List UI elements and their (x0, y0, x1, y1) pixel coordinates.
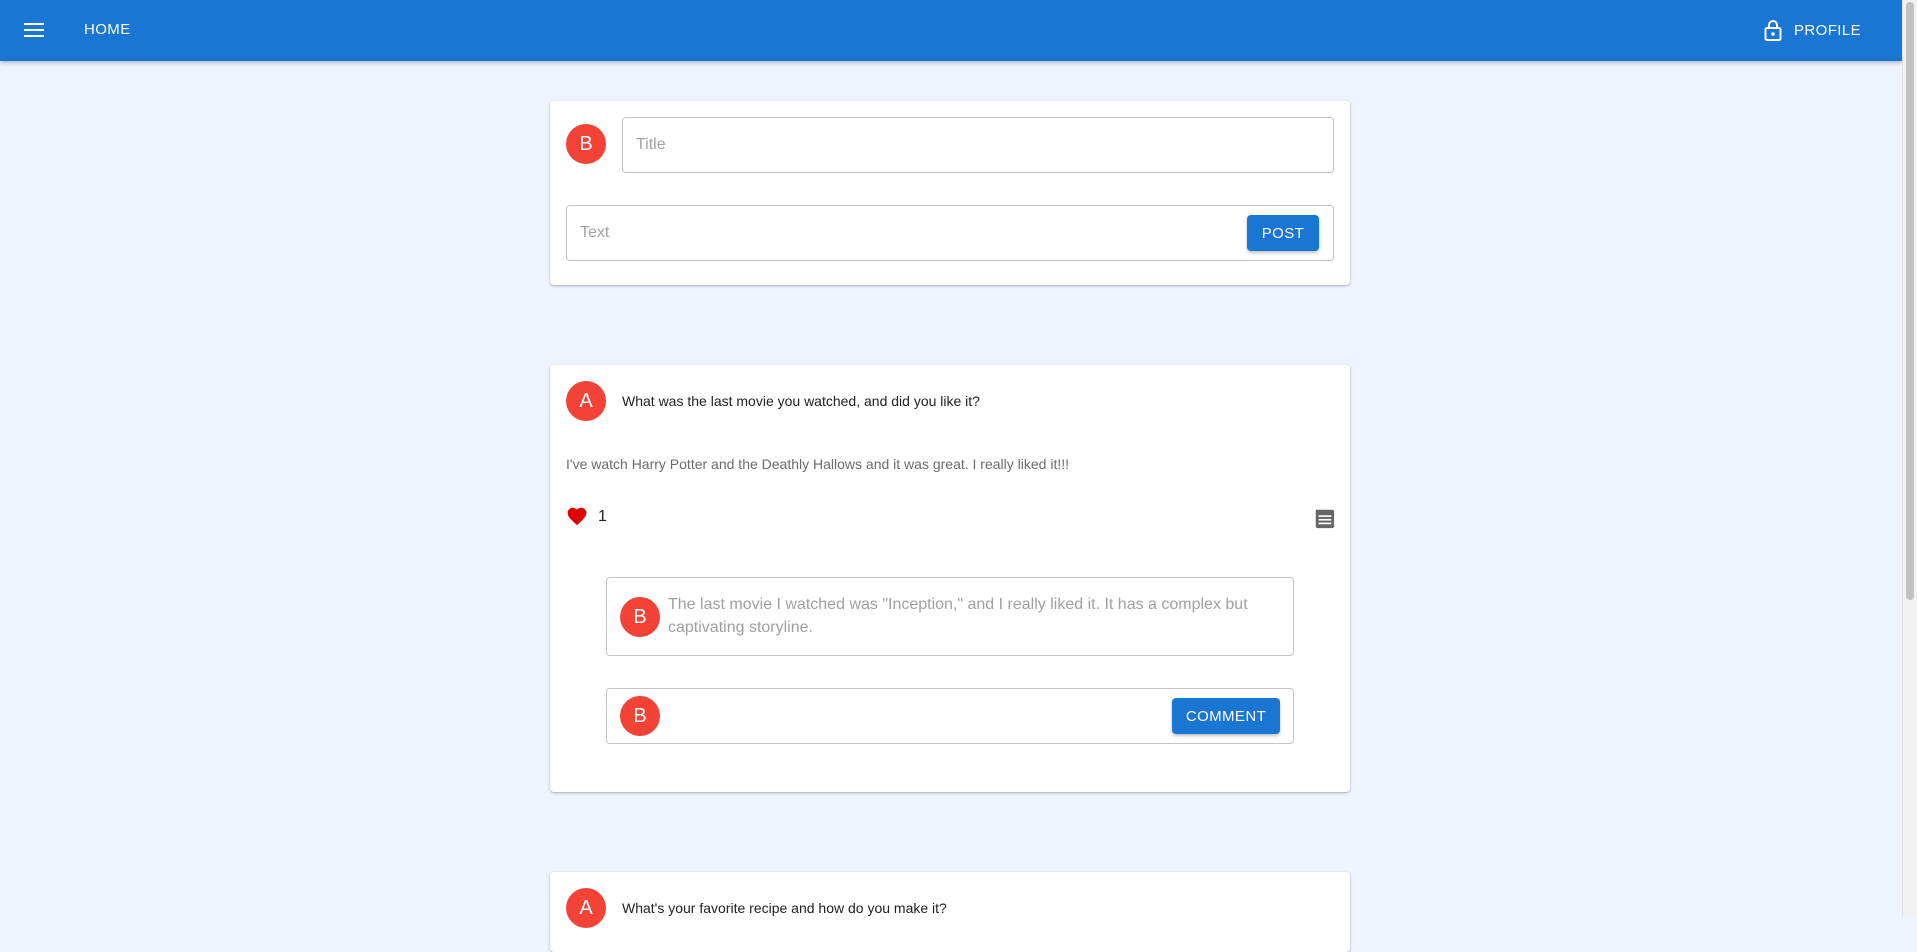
like-count: 1 (598, 508, 607, 525)
menu-icon (24, 23, 44, 37)
comment-item: B The last movie I watched was "Inceptio… (606, 577, 1294, 656)
comment-icon (1315, 507, 1335, 529)
profile-label: PROFILE (1794, 21, 1861, 39)
menu-button[interactable] (20, 18, 48, 42)
post-title: What was the last movie you watched, and… (622, 393, 980, 409)
avatar: B (620, 696, 660, 736)
post-card: A What's your favorite recipe and how do… (550, 872, 1350, 952)
text-placeholder: Text (580, 224, 610, 241)
home-link[interactable]: HOME (84, 21, 131, 38)
post-button[interactable]: POST (1247, 215, 1319, 251)
heart-icon (567, 507, 587, 526)
vertical-scrollbar[interactable] (1902, 0, 1917, 917)
avatar: B (620, 597, 660, 637)
post-body: I've watch Harry Potter and the Deathly … (566, 456, 1070, 472)
like-button[interactable] (566, 506, 590, 528)
comments-toggle[interactable] (1313, 507, 1337, 531)
avatar: A (566, 381, 606, 421)
profile-button[interactable]: PROFILE (1764, 14, 1861, 46)
avatar: A (566, 888, 606, 928)
comment-input[interactable]: B COMMENT (606, 688, 1294, 744)
lock-icon (1764, 20, 1782, 41)
comment-text: The last movie I watched was "Inception,… (668, 596, 1248, 636)
text-input[interactable]: Text POST (566, 205, 1334, 261)
post-card: A What was the last movie you watched, a… (550, 365, 1350, 792)
post-title: What's your favorite recipe and how do y… (622, 900, 947, 916)
avatar: B (566, 124, 606, 164)
title-input[interactable]: Title (622, 117, 1334, 173)
title-placeholder: Title (636, 136, 666, 153)
comment-button[interactable]: COMMENT (1172, 698, 1280, 734)
scrollbar-thumb[interactable] (1906, 2, 1914, 600)
post-composer: B Title Text POST (550, 101, 1350, 285)
app-bar: HOME PROFILE (0, 0, 1902, 61)
